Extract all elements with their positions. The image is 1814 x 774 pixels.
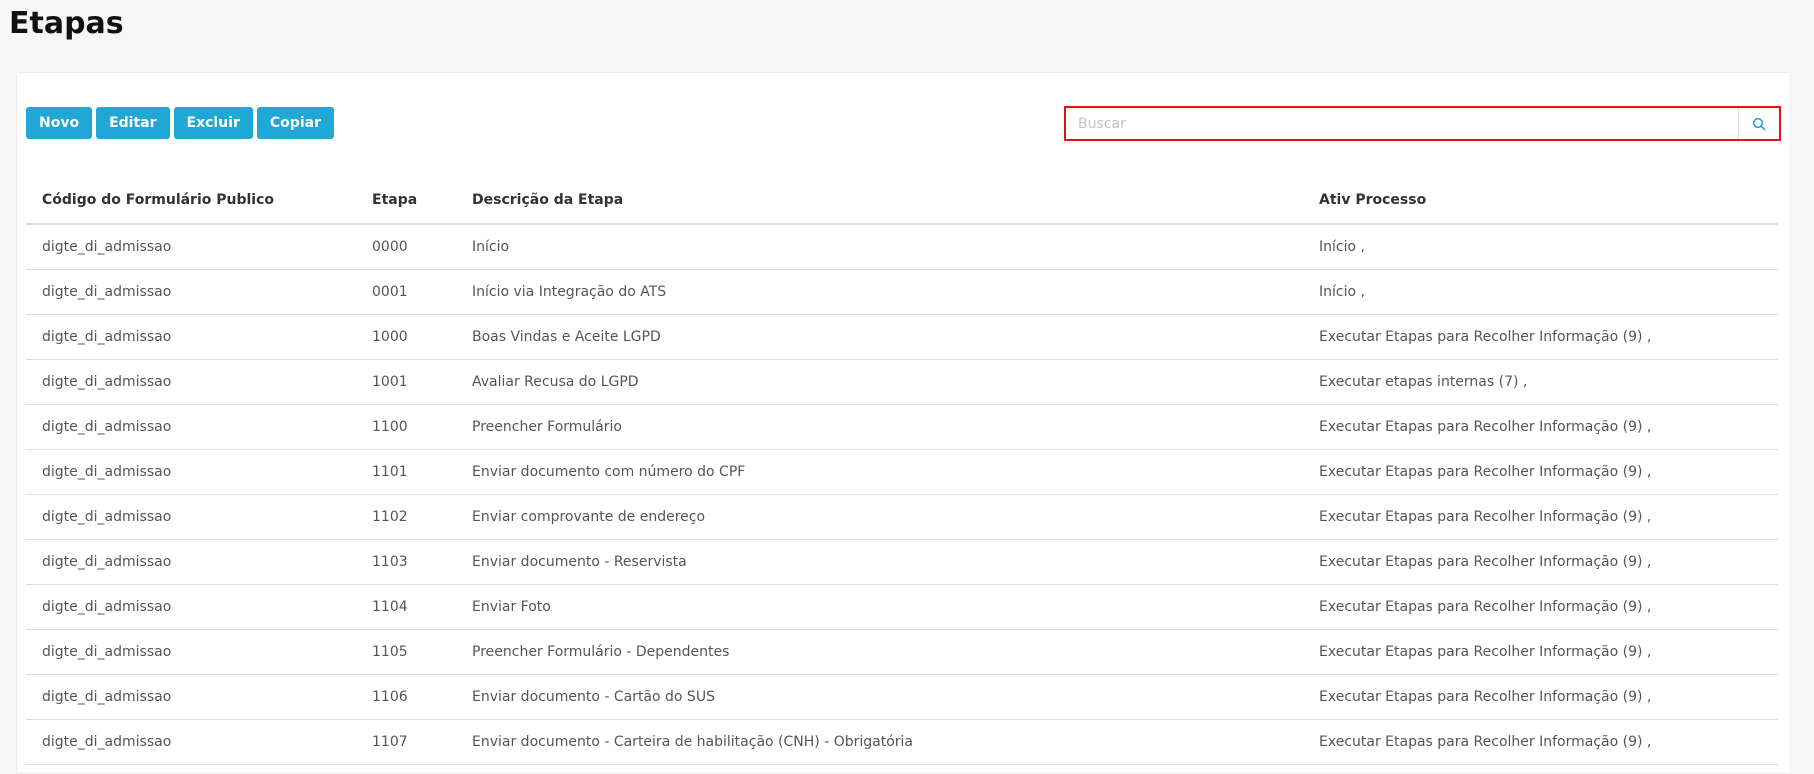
table-row[interactable]: digte_di_admissao 1106 Enviar documento - …	[26, 674, 1779, 720]
cell-description: Enviar documento - Carteira de habilitaç…	[456, 719, 1303, 765]
cell-form-code: digte_di_admissao	[26, 449, 356, 495]
cell-form-code: digte_di_admissao	[26, 359, 356, 405]
cell-description: Preencher Formulário	[456, 404, 1303, 450]
cell-process-activity: Executar Etapas para Recolher Informação…	[1303, 629, 1779, 675]
cell-stage: 1101	[356, 449, 456, 495]
cell-form-code: digte_di_admissao	[26, 584, 356, 630]
cell-form-code: digte_di_admissao	[26, 269, 356, 315]
cell-process-activity: Executar Etapas para Recolher Informação…	[1303, 719, 1779, 765]
table-row[interactable]: digte_di_admissao 0000 Início Início ,	[26, 224, 1779, 270]
cell-process-activity: Executar Etapas para Recolher Informação…	[1303, 494, 1779, 540]
cell-form-code: digte_di_admissao	[26, 629, 356, 675]
table-row[interactable]: digte_di_admissao 0001 Início via Integraç…	[26, 269, 1779, 315]
cell-form-code: digte_di_admissao	[26, 674, 356, 720]
column-header-stage[interactable]: Etapa	[356, 177, 456, 225]
cell-stage: 1000	[356, 314, 456, 360]
table-row[interactable]: digte_di_admissao 1000 Boas Vindas e Aceit…	[26, 314, 1779, 360]
cell-form-code: digte_di_admissao	[26, 539, 356, 585]
cell-stage: 1100	[356, 404, 456, 450]
cell-process-activity: Executar Etapas para Recolher Informação…	[1303, 404, 1779, 450]
copy-button[interactable]: Copiar	[256, 107, 334, 139]
cell-stage: 1104	[356, 584, 456, 630]
cell-stage: 1106	[356, 674, 456, 720]
cell-description: Enviar documento - Reservista	[456, 539, 1303, 585]
cell-process-activity: Início ,	[1303, 269, 1779, 315]
page-title: Etapas	[9, 6, 124, 41]
column-header-form-code[interactable]: Código do Formulário Publico	[26, 177, 356, 225]
cell-process-activity: Início ,	[1303, 224, 1779, 270]
search-icon	[1752, 117, 1766, 131]
search-box	[1064, 106, 1781, 141]
column-header-process-activity[interactable]: Ativ Processo	[1303, 177, 1779, 225]
delete-button[interactable]: Excluir	[173, 107, 253, 139]
table-body: digte_di_admissao 0000 Início Início , digte…	[26, 224, 1779, 765]
table-row[interactable]: digte_di_admissao 1102 Enviar comprovante …	[26, 494, 1779, 540]
table-row[interactable]: digte_di_admissao 1105 Preencher Formulári…	[26, 629, 1779, 675]
cell-description: Enviar documento com número do CPF	[456, 449, 1303, 495]
cell-process-activity: Executar Etapas para Recolher Informação…	[1303, 584, 1779, 630]
content-panel: Novo Editar Excluir Copiar Código do For…	[16, 72, 1791, 774]
cell-process-activity: Executar Etapas para Recolher Informação…	[1303, 314, 1779, 360]
search-button[interactable]	[1738, 108, 1779, 139]
cell-description: Início via Integração do ATS	[456, 269, 1303, 315]
search-input[interactable]	[1066, 108, 1738, 139]
cell-stage: 0000	[356, 224, 456, 270]
cell-form-code: digte_di_admissao	[26, 494, 356, 540]
cell-stage: 0001	[356, 269, 456, 315]
cell-description: Enviar Foto	[456, 584, 1303, 630]
cell-stage: 1105	[356, 629, 456, 675]
cell-stage: 1107	[356, 719, 456, 765]
new-button[interactable]: Novo	[26, 107, 93, 139]
cell-form-code: digte_di_admissao	[26, 224, 356, 270]
cell-form-code: digte_di_admissao	[26, 719, 356, 765]
cell-process-activity: Executar etapas internas (7) ,	[1303, 359, 1779, 405]
cell-process-activity: Executar Etapas para Recolher Informação…	[1303, 674, 1779, 720]
cell-stage: 1001	[356, 359, 456, 405]
cell-process-activity: Executar Etapas para Recolher Informação…	[1303, 539, 1779, 585]
stages-table: Código do Formulário Publico Etapa Descr…	[26, 177, 1779, 765]
cell-description: Preencher Formulário - Dependentes	[456, 629, 1303, 675]
cell-description: Boas Vindas e Aceite LGPD	[456, 314, 1303, 360]
table-row[interactable]: digte_di_admissao 1103 Enviar documento - …	[26, 539, 1779, 585]
table-row[interactable]: digte_di_admissao 1001 Avaliar Recusa do L…	[26, 359, 1779, 405]
table-row[interactable]: digte_di_admissao 1104 Enviar Foto Executar…	[26, 584, 1779, 630]
cell-description: Avaliar Recusa do LGPD	[456, 359, 1303, 405]
edit-button[interactable]: Editar	[96, 107, 170, 139]
cell-stage: 1103	[356, 539, 456, 585]
cell-form-code: digte_di_admissao	[26, 314, 356, 360]
table-row[interactable]: digte_di_admissao 1107 Enviar documento - …	[26, 719, 1779, 765]
table-header-row: Código do Formulário Publico Etapa Descr…	[26, 177, 1779, 225]
cell-process-activity: Executar Etapas para Recolher Informação…	[1303, 449, 1779, 495]
cell-description: Início	[456, 224, 1303, 270]
cell-description: Enviar documento - Cartão do SUS	[456, 674, 1303, 720]
column-header-description[interactable]: Descrição da Etapa	[456, 177, 1303, 225]
table-row[interactable]: digte_di_admissao 1101 Enviar documento co…	[26, 449, 1779, 495]
cell-form-code: digte_di_admissao	[26, 404, 356, 450]
cell-stage: 1102	[356, 494, 456, 540]
table-row[interactable]: digte_di_admissao 1100 Preencher Formulári…	[26, 404, 1779, 450]
cell-description: Enviar comprovante de endereço	[456, 494, 1303, 540]
toolbar: Novo Editar Excluir Copiar	[26, 107, 334, 139]
